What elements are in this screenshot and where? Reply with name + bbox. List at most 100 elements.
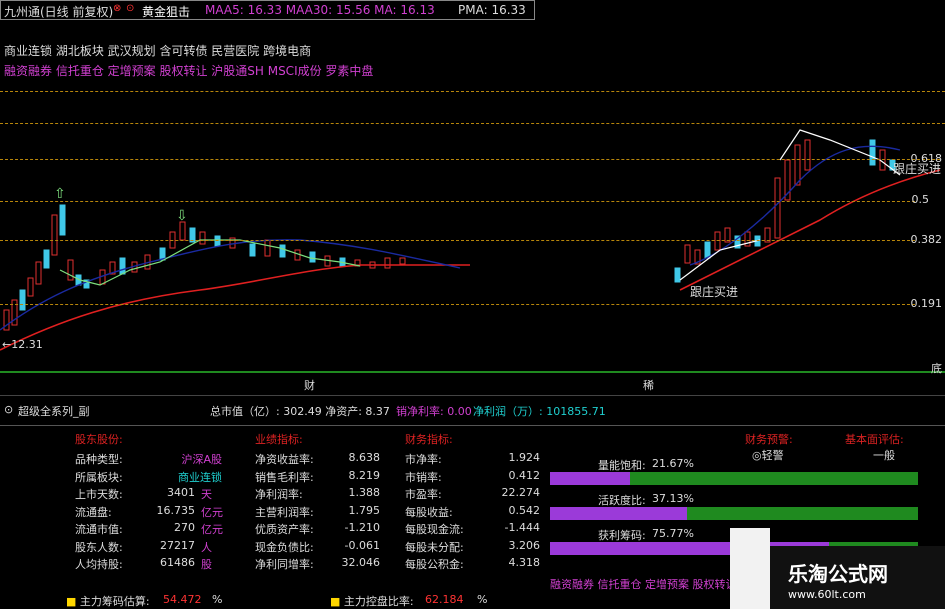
candle — [43, 249, 50, 269]
candle — [714, 231, 721, 251]
share-value: 16.735 — [156, 503, 196, 517]
share-value: 商业连锁 — [178, 470, 222, 484]
perf-value: 32.046 — [341, 556, 381, 569]
watermark-brand: 乐淘公式网 — [788, 562, 888, 586]
candle — [214, 235, 221, 247]
concept-tags-line1: 商业连锁 湖北板块 武汉规划 含可转债 民营医院 跨境电商 — [4, 44, 312, 58]
fin-value: 22.274 — [501, 486, 541, 499]
follow-buy-label-2: 跟庄买进 — [893, 162, 942, 176]
watermark-logo — [730, 528, 770, 609]
perf-label: 销售毛利率: — [255, 470, 314, 484]
net-margin: 销净利率: 0.00 — [396, 405, 472, 418]
share-value: 3401 — [167, 486, 195, 499]
share-unit: 人 — [201, 540, 212, 554]
fin-value: 3.206 — [508, 538, 541, 552]
fin-label: 市销率: — [405, 470, 442, 484]
share-unit: 股 — [201, 558, 212, 571]
ratio-value: 21.67% — [652, 457, 694, 470]
indicator-gear-icon[interactable]: ⊙ — [4, 403, 13, 416]
control-percent: % — [477, 593, 488, 606]
close-icon[interactable]: ⊗ — [113, 3, 121, 14]
header-shares: 股东股份: — [75, 433, 123, 446]
candle — [179, 221, 186, 241]
finance-mark-1[interactable]: 财 — [304, 377, 315, 393]
candle — [27, 277, 34, 297]
header-performance: 业绩指标: — [255, 433, 303, 446]
candles-right — [674, 139, 896, 283]
perf-value: 8.638 — [348, 451, 381, 464]
candle — [199, 231, 206, 245]
perf-value: 1.795 — [348, 503, 381, 517]
share-unit: 亿元 — [201, 523, 223, 536]
fin-label: 每股现金流: — [405, 523, 464, 536]
share-label: 所属板块: — [75, 470, 123, 484]
candle — [119, 257, 126, 275]
control-ratio-label: ■ 主力控盘比率: — [330, 595, 414, 608]
level-label-0382: 0.382 — [910, 233, 943, 246]
fin-label: 市盈率: — [405, 488, 442, 501]
perf-value: 1.388 — [348, 486, 381, 499]
concept-tags-line2: 融资融券 信托重仓 定增预案 股权转让 沪股通SH MSCI成份 罗素中盘 — [4, 64, 374, 78]
level-line-2 — [0, 123, 945, 124]
market-stats: 总市值（亿）: 302.49 净资产: 8.37 — [210, 405, 390, 418]
stock-title: 九州通(日线 前复权) — [4, 5, 114, 19]
chip-percent: % — [212, 593, 223, 606]
net-profit: 净利润（万）: 101855.71 — [473, 405, 606, 418]
candle — [684, 244, 691, 264]
candle — [264, 239, 271, 257]
down-arrow-icon: ⇩ — [176, 208, 188, 224]
candle — [279, 244, 286, 258]
level-label-0191: 0.191 — [910, 297, 943, 310]
candle — [399, 257, 406, 265]
finance-mark-2[interactable]: 稀 — [643, 377, 654, 393]
candle — [674, 267, 681, 283]
share-label: 股东人数: — [75, 540, 123, 554]
perf-label: 净利润率: — [255, 488, 303, 501]
indicator-title: 超级全系列_副 — [18, 405, 90, 418]
candle — [35, 261, 42, 285]
ma-values: MAA5: 16.33 MAA30: 15.56 MA: 16.13 — [205, 3, 435, 17]
perf-value: -0.061 — [344, 538, 380, 552]
fin-value: 0.542 — [508, 503, 541, 517]
candle — [67, 259, 74, 281]
candle — [51, 214, 58, 256]
share-label: 上市天数: — [75, 488, 123, 501]
share-label: 流通市值: — [75, 523, 123, 536]
candle — [59, 204, 66, 236]
candle — [249, 243, 256, 257]
share-unit: 亿元 — [201, 505, 223, 519]
low-price-label: ←12.31 — [2, 338, 43, 351]
share-label: 人均持股: — [75, 558, 123, 571]
level-line-0191 — [0, 304, 915, 305]
perf-label: 优质资产率: — [255, 523, 314, 536]
level-line-0618 — [0, 159, 940, 160]
ratio-label: 活跃度比: — [598, 494, 646, 507]
pma-value: PMA: 16.33 — [458, 3, 526, 17]
chart-header: 九州通(日线 前复权) ⊗ ⊙ 黄金狙击 MAA5: 16.33 MAA30: … — [0, 0, 945, 20]
perf-label: 主营利润率: — [255, 505, 314, 519]
share-label: 品种类型: — [75, 453, 123, 466]
ratio-bar-fill — [550, 507, 687, 520]
watermark: 乐淘公式网 www.60lt.com — [730, 528, 945, 609]
indicator-title-bar: ⊙ 超级全系列_副 总市值（亿）: 302.49 净资产: 8.37 销净利率:… — [0, 395, 945, 425]
ratio-label: 获利筹码: — [598, 529, 646, 542]
candles-left — [3, 204, 406, 331]
fin-value: -1.444 — [504, 521, 540, 534]
ratio-value: 75.77% — [652, 527, 694, 540]
chip-estimate-label: ■ 主力筹码估算: — [66, 595, 150, 608]
fin-label: 每股收益: — [405, 505, 453, 519]
fin-label: 市净率: — [405, 453, 442, 466]
ratio-label: 量能饱和: — [598, 459, 646, 472]
fin-value: 4.318 — [508, 556, 541, 569]
candle — [384, 257, 391, 269]
kline-chart[interactable]: ⇧ ⇩ — [0, 0, 945, 395]
fin-label: 每股未分配: — [405, 540, 464, 554]
share-value: 27217 — [160, 538, 195, 552]
settings-icon[interactable]: ⊙ — [126, 3, 134, 14]
candle — [309, 251, 316, 263]
up-arrow-icon: ⇧ — [54, 186, 66, 202]
candle — [19, 289, 26, 311]
fin-label: 每股公积金: — [405, 558, 464, 571]
share-unit: 天 — [201, 488, 212, 501]
share-label: 流通盘: — [75, 505, 112, 519]
